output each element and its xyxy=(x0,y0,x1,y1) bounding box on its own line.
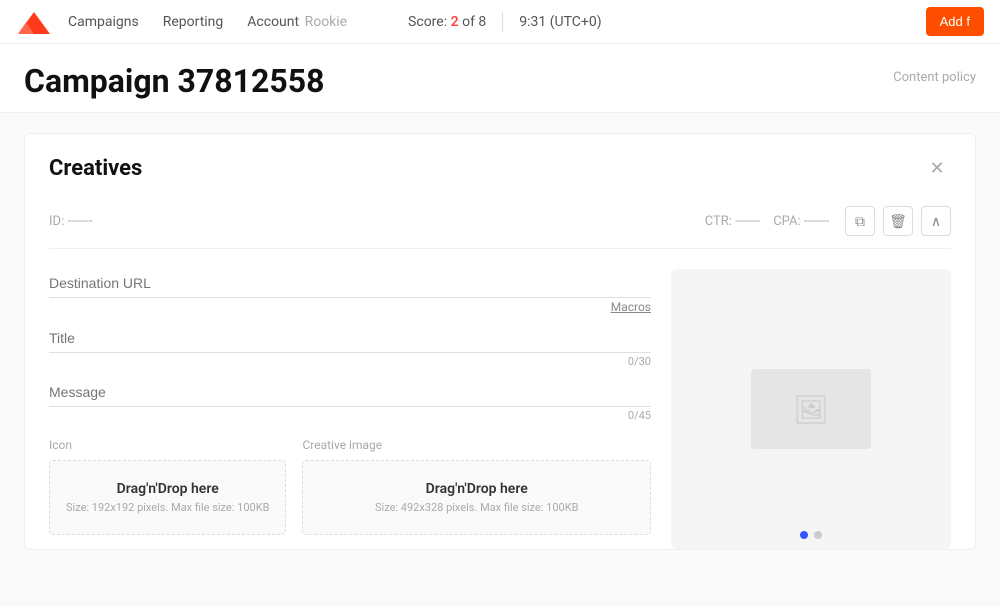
dot-1[interactable] xyxy=(800,531,808,539)
icon-drag-text: Drag'n'Drop here xyxy=(66,481,269,497)
header-divider xyxy=(502,12,503,32)
close-button[interactable]: ✕ xyxy=(923,154,951,182)
macros-footer: Macros xyxy=(49,300,651,314)
icon-label: Icon xyxy=(49,438,286,452)
creative-meta-row: ID: ------- CTR: ------- CPA: ------- ⧉ … xyxy=(49,198,951,249)
creative-stats: CTR: ------- CPA: ------- xyxy=(705,214,829,229)
creatives-header: Creatives ✕ xyxy=(49,154,951,182)
add-button[interactable]: Add f xyxy=(926,7,984,36)
image-placeholder-icon: 🖼 xyxy=(793,393,829,426)
creative-image-upload-box[interactable]: Drag'n'Drop here Size: 492x328 pixels. M… xyxy=(302,460,651,535)
collapse-button[interactable]: ∧ xyxy=(921,206,951,236)
score-display: Score: 2 of 8 xyxy=(408,14,486,30)
upload-row: Icon Drag'n'Drop here Size: 192x192 pixe… xyxy=(49,438,651,535)
app-header: Campaigns Reporting Account Rookie Score… xyxy=(0,0,1000,44)
creative-id: ID: ------- xyxy=(49,214,705,229)
creative-image-size-text: Size: 492x328 pixels. Max file size: 100… xyxy=(319,501,634,514)
destination-url-field: Macros xyxy=(49,269,651,314)
title-footer: 0/30 xyxy=(49,355,651,368)
main-nav: Campaigns Reporting Account Rookie xyxy=(68,10,392,34)
logo-icon[interactable] xyxy=(16,8,52,36)
main-content: Creatives ✕ ID: ------- CTR: ------- CPA… xyxy=(0,113,1000,607)
message-field: 0/45 xyxy=(49,378,651,422)
delete-button[interactable]: 🗑 xyxy=(883,206,913,236)
destination-url-input[interactable] xyxy=(49,269,651,298)
title-field: 0/30 xyxy=(49,324,651,368)
preview-dots xyxy=(800,531,822,539)
nav-campaigns[interactable]: Campaigns xyxy=(68,10,139,34)
preview-area: 🖼 xyxy=(671,269,951,549)
nav-account[interactable]: Account Rookie xyxy=(247,14,347,30)
duplicate-button[interactable]: ⧉ xyxy=(845,206,875,236)
nav-reporting[interactable]: Reporting xyxy=(163,10,224,34)
clock: 9:31 (UTC+0) xyxy=(519,14,601,30)
macros-link[interactable]: Macros xyxy=(611,300,651,314)
creatives-title: Creatives xyxy=(49,156,142,181)
title-input[interactable] xyxy=(49,324,651,353)
content-policy-link[interactable]: Content policy xyxy=(893,70,976,85)
creative-content-row: Macros 0/30 0/45 xyxy=(49,261,951,549)
message-footer: 0/45 xyxy=(49,409,651,422)
creative-form: Macros 0/30 0/45 xyxy=(49,269,651,549)
creative-image-drag-text: Drag'n'Drop here xyxy=(319,481,634,497)
title-char-count: 0/30 xyxy=(628,355,651,368)
message-char-count: 0/45 xyxy=(628,409,651,422)
page-title-area: Content policy Campaign 37812558 xyxy=(0,44,1000,113)
icon-upload-box[interactable]: Drag'n'Drop here Size: 192x192 pixels. M… xyxy=(49,460,286,535)
message-input[interactable] xyxy=(49,378,651,407)
creatives-panel: Creatives ✕ ID: ------- CTR: ------- CPA… xyxy=(24,133,976,550)
creative-preview: 🖼 xyxy=(671,269,951,549)
dot-2[interactable] xyxy=(814,531,822,539)
creative-image-label: Creative image xyxy=(302,438,651,452)
meta-actions: ⧉ 🗑 ∧ xyxy=(845,206,951,236)
preview-image-placeholder: 🖼 xyxy=(751,369,871,449)
page-title: Campaign 37812558 xyxy=(24,62,976,100)
icon-size-text: Size: 192x192 pixels. Max file size: 100… xyxy=(66,501,269,514)
